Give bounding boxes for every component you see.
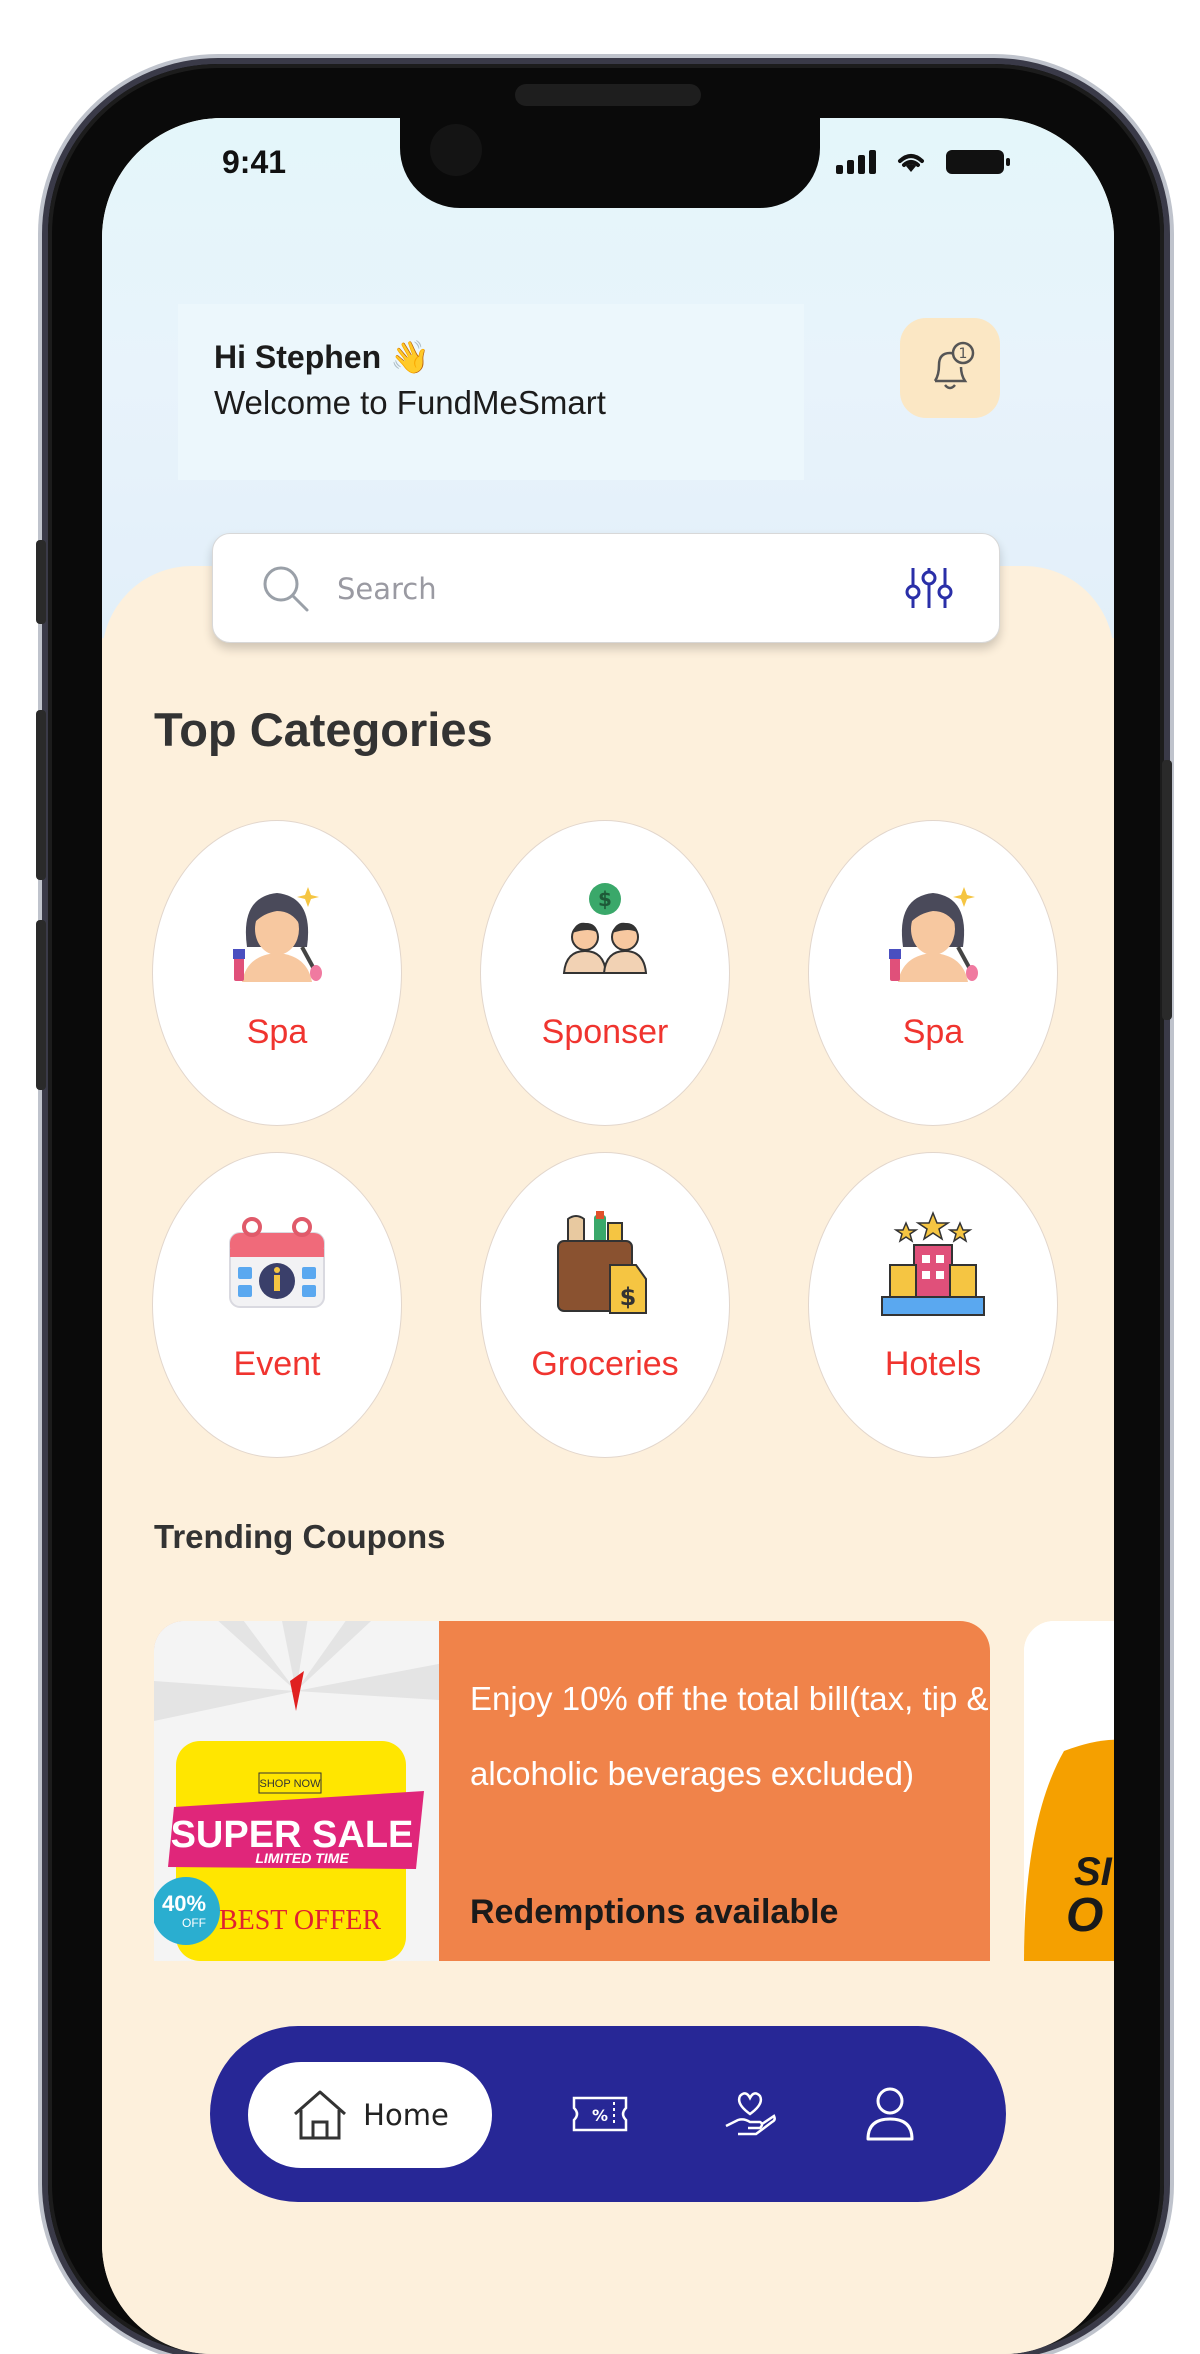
mute-switch xyxy=(36,540,46,624)
category-label: Spa xyxy=(902,1013,964,1051)
category-hotels[interactable]: Hotels xyxy=(808,1152,1058,1458)
coupon-description: Enjoy 10% off the total bill(tax, tip & … xyxy=(470,1680,989,1792)
status-time: 9:41 xyxy=(222,144,287,180)
category-label: Spa xyxy=(246,1013,308,1051)
filter-icon[interactable] xyxy=(903,562,955,614)
svg-text:%: % xyxy=(592,2106,608,2125)
nav-coupons[interactable]: % xyxy=(568,2082,632,2146)
spa-woman-icon xyxy=(889,887,978,982)
category-event[interactable]: Event xyxy=(152,1152,402,1458)
svg-text:BEST OFFER: BEST OFFER xyxy=(219,1905,381,1936)
sponsor-icon: $ xyxy=(562,883,648,974)
nav-home[interactable]: Home xyxy=(248,2062,492,2168)
search-input[interactable] xyxy=(335,558,859,620)
hotel-icon xyxy=(881,1210,985,1316)
svg-text:SI: SI xyxy=(1074,1850,1113,1894)
category-groceries[interactable]: $ Groceries xyxy=(480,1152,730,1458)
home-icon xyxy=(294,2090,347,2140)
greeting-card: Hi Stephen 👋 Welcome to FundMeSmart xyxy=(178,304,804,480)
greeting-name: Hi Stephen 👋 xyxy=(214,339,430,375)
category-label: Sponser xyxy=(541,1013,669,1051)
category-spa-2[interactable]: Spa xyxy=(808,820,1058,1126)
status-icons xyxy=(836,150,1010,174)
svg-text:OFF: OFF xyxy=(182,1916,206,1930)
category-label: Groceries xyxy=(531,1345,679,1383)
coupon-icon: % xyxy=(572,2096,628,2132)
coupon-image: SHOP NOW SUPER SALE LIMITED TIME 40% OFF… xyxy=(154,1621,439,1961)
category-sponser[interactable]: $ Sponser xyxy=(480,820,730,1126)
wifi-icon xyxy=(898,154,924,172)
speaker-grille xyxy=(515,84,701,106)
svg-text:$: $ xyxy=(620,1283,637,1311)
svg-text:O: O xyxy=(1066,1889,1103,1942)
bell-icon: 1 xyxy=(933,341,975,390)
charity-icon xyxy=(725,2092,776,2136)
greeting-subtitle: Welcome to FundMeSmart xyxy=(214,384,606,421)
svg-text:$: $ xyxy=(598,887,612,911)
signal-icon xyxy=(836,150,876,174)
coupon-redemptions: Redemptions available xyxy=(470,1893,839,1931)
nav-home-label: Home xyxy=(363,2098,449,2132)
svg-text:SHOP NOW: SHOP NOW xyxy=(260,1778,322,1790)
power-button xyxy=(1162,760,1172,1020)
volume-down-button xyxy=(36,920,46,1090)
spa-woman-icon xyxy=(233,887,322,982)
nav-profile[interactable] xyxy=(858,2082,922,2146)
search-icon xyxy=(263,566,309,612)
nav-donate[interactable] xyxy=(718,2082,782,2146)
svg-text:40%: 40% xyxy=(162,1891,206,1916)
category-spa[interactable]: Spa xyxy=(152,820,402,1126)
battery-icon xyxy=(946,150,1010,174)
app-screen: 9:41 Hi Stephen 👋 Welcome to FundMeSmart… xyxy=(102,118,1114,2354)
category-label: Event xyxy=(233,1345,321,1383)
front-camera xyxy=(430,124,482,176)
grocery-bag-icon: $ xyxy=(557,1211,647,1314)
coupon-card[interactable]: SHOP NOW SUPER SALE LIMITED TIME 40% OFF… xyxy=(154,1621,990,1961)
next-coupon-card[interactable]: SI O xyxy=(1024,1621,1114,1961)
sale-graphic: SI O xyxy=(1024,1621,1114,1961)
search-bar[interactable] xyxy=(212,533,1000,643)
volume-up-button xyxy=(36,710,46,880)
trending-coupons-title: Trending Coupons xyxy=(154,1518,446,1555)
calendar-event-icon xyxy=(229,1217,325,1308)
notification-button[interactable]: 1 xyxy=(900,318,1000,418)
svg-text:LIMITED TIME: LIMITED TIME xyxy=(255,1850,349,1866)
category-label: Hotels xyxy=(884,1345,982,1383)
super-sale-graphic: SHOP NOW SUPER SALE LIMITED TIME 40% OFF… xyxy=(154,1621,439,1961)
top-categories-title: Top Categories xyxy=(154,703,493,756)
profile-icon xyxy=(866,2087,914,2141)
bottom-nav: Home % xyxy=(210,2026,1006,2202)
notification-count: 1 xyxy=(959,346,968,362)
